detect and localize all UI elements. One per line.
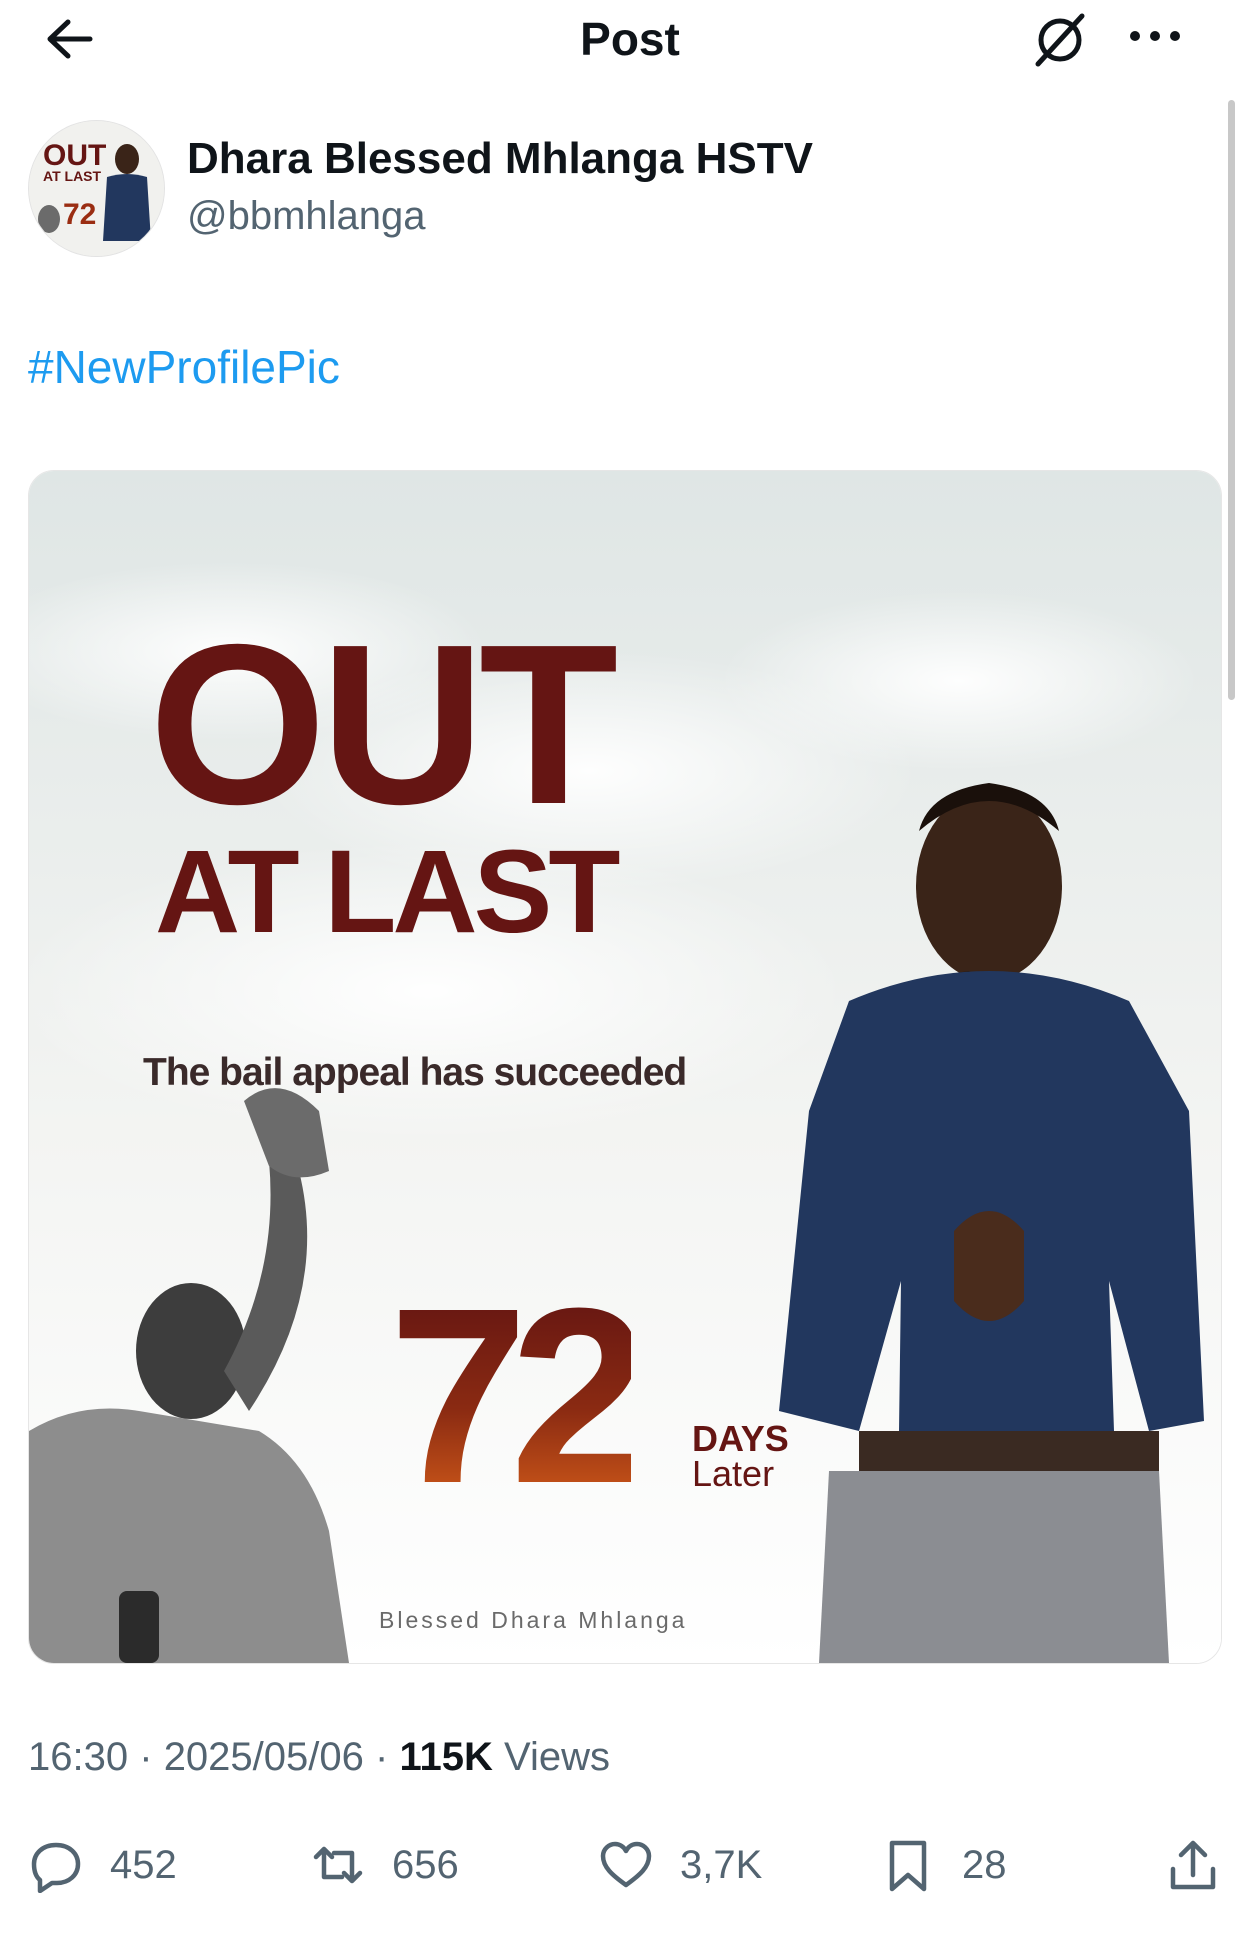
more-button[interactable] (1125, 16, 1185, 56)
top-bar: Post (0, 0, 1260, 80)
heart-icon (600, 1841, 652, 1888)
poster-headline-at-last: AT LAST (155, 826, 620, 958)
meta-separator: · (139, 1735, 153, 1779)
grok-button[interactable] (1030, 8, 1090, 68)
post-meta: 16:30 · 2025/05/06 · 115K Views (28, 1735, 610, 1780)
poster-subtitle: The bail appeal has succeeded (143, 1051, 687, 1094)
poster-days-word: DAYS (692, 1418, 789, 1459)
bookmark-count: 28 (962, 1842, 1007, 1887)
reply-button[interactable]: 452 (28, 1830, 177, 1900)
avatar[interactable]: OUT AT LAST 72 (28, 120, 165, 257)
svg-text:AT LAST: AT LAST (43, 168, 102, 184)
post-image[interactable]: OUT AT LAST The bail appeal has succeede… (28, 470, 1222, 1664)
share-icon (1170, 1840, 1216, 1890)
user-handle[interactable]: @bbmhlanga (187, 194, 426, 239)
like-button[interactable]: 3,7K (598, 1830, 762, 1900)
reply-icon (31, 1842, 81, 1893)
poster-headline-out: OUT (149, 598, 618, 852)
views-label: Views (504, 1735, 610, 1779)
poster-signature: Blessed Dhara Mhlanga (379, 1607, 688, 1633)
display-name[interactable]: Dhara Blessed Mhlanga HSTV (187, 134, 813, 184)
like-count: 3,7K (680, 1842, 763, 1887)
svg-text:72: 72 (63, 198, 96, 231)
post-time[interactable]: 16:30 (28, 1735, 128, 1779)
poster-number: 72 (389, 1256, 649, 1535)
poster-later-word: Later (692, 1453, 775, 1494)
repost-icon (313, 1846, 363, 1884)
bookmark-icon (889, 1840, 927, 1892)
more-horizontal-icon (1130, 31, 1180, 41)
grok-icon (1035, 13, 1085, 67)
repost-count: 656 (392, 1842, 459, 1887)
scrollbar[interactable] (1228, 100, 1235, 700)
reply-count: 452 (110, 1842, 177, 1887)
hashtag-link[interactable]: #NewProfilePic (28, 340, 340, 394)
post-date[interactable]: 2025/05/06 (164, 1735, 364, 1779)
share-button[interactable] (1165, 1830, 1221, 1900)
repost-button[interactable]: 656 (310, 1830, 459, 1900)
action-bar: 452 656 3,7K 28 (0, 1830, 1260, 1900)
bookmark-button[interactable]: 28 (880, 1830, 1007, 1900)
meta-separator: · (375, 1735, 389, 1779)
views-count: 115K (399, 1735, 493, 1779)
